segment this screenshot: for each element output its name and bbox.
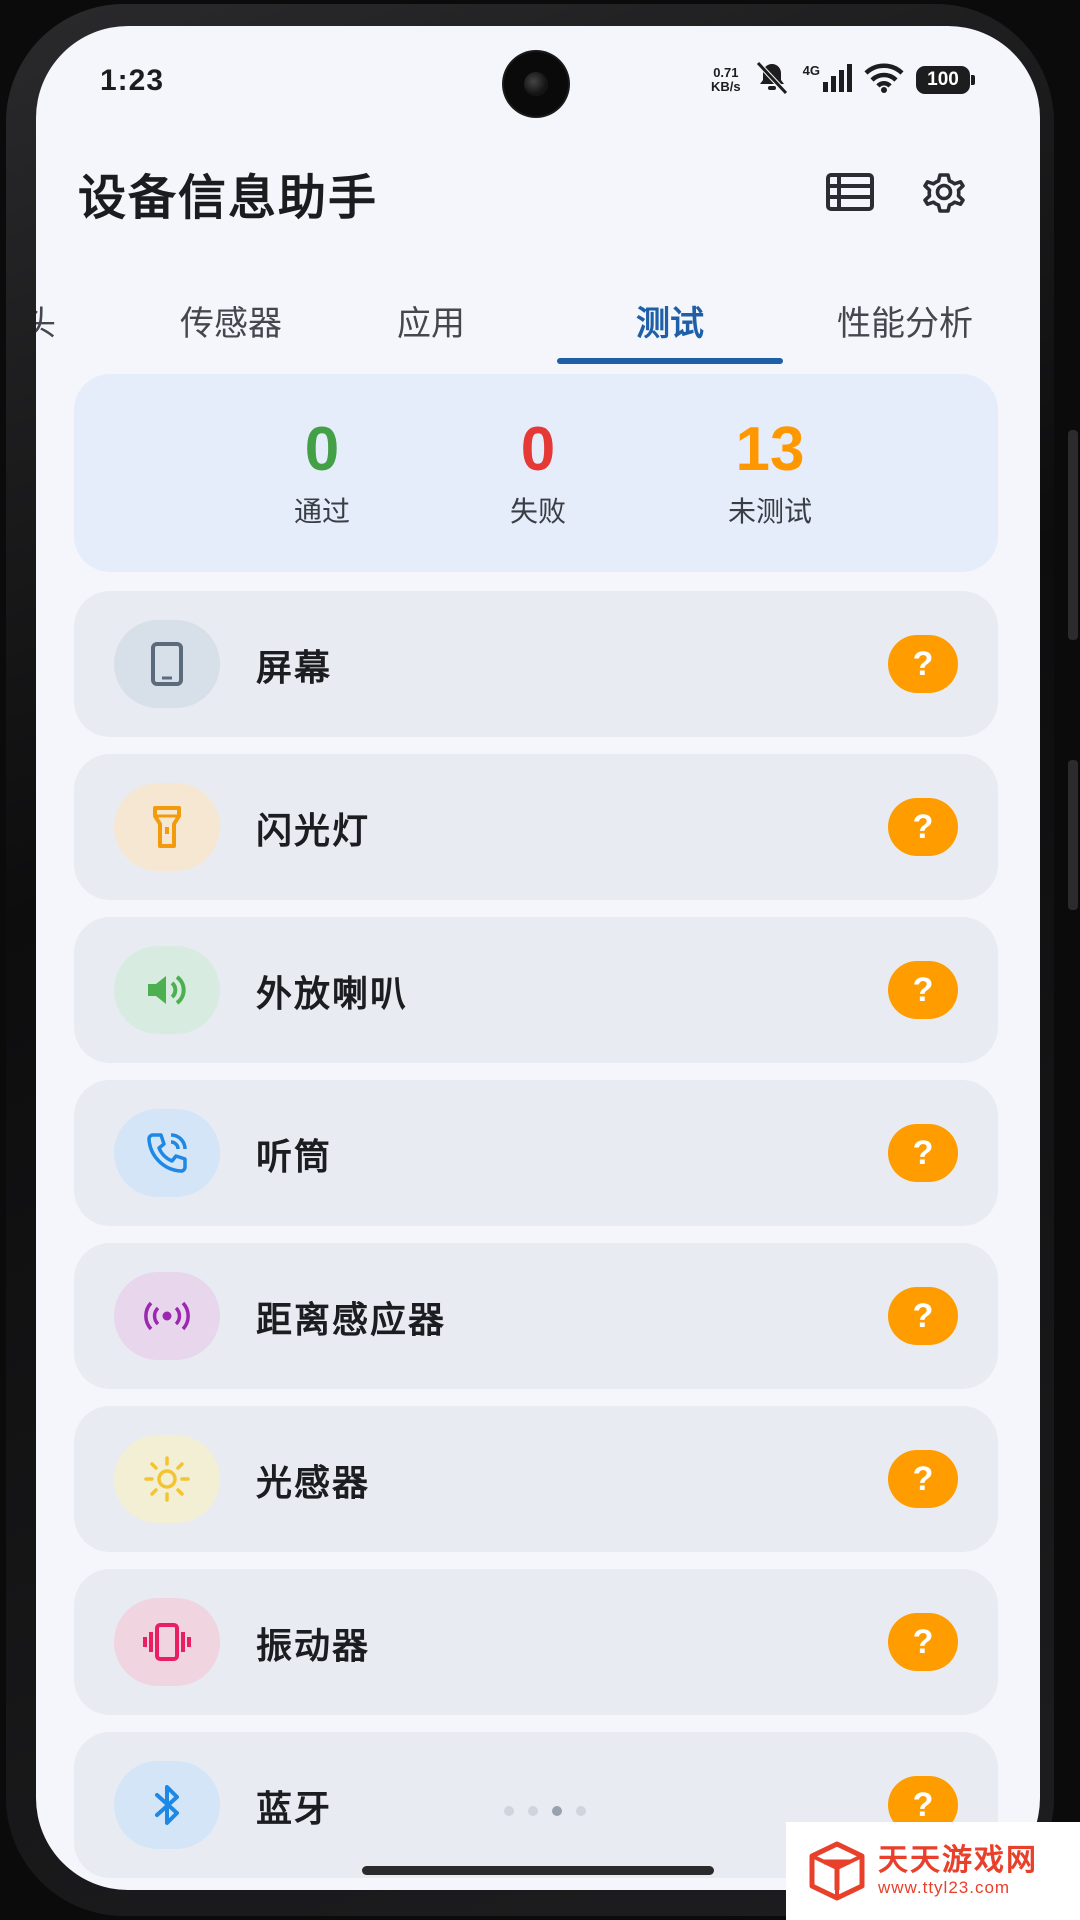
test-item-label: 听筒 <box>256 1137 333 1178</box>
phone-screen-icon <box>114 620 220 708</box>
test-item-label: 屏幕 <box>256 648 333 689</box>
test-summary-card: 0 通过 0 失败 13 未测试 <box>74 374 998 572</box>
untested-status-badge: ? <box>888 1613 958 1671</box>
test-item-label: 外放喇叭 <box>256 974 409 1015</box>
list-view-icon[interactable] <box>822 164 878 220</box>
untested-label: 未测试 <box>727 495 812 528</box>
tab-label: 传感器 <box>180 304 282 344</box>
untested-count: 13 <box>735 415 805 484</box>
proximity-sensor-icon <box>114 1272 220 1360</box>
home-gesture-bar[interactable] <box>362 1866 714 1875</box>
untested-status-badge: ? <box>888 635 958 693</box>
mute-bell-icon <box>753 60 791 100</box>
tab-label: 性能分析 <box>837 304 973 344</box>
failed-count: 0 <box>520 415 556 484</box>
test-item-proximity[interactable]: 距离感应器 ? <box>74 1243 998 1389</box>
page-dot <box>504 1806 514 1816</box>
stat-failed: 0 失败 <box>448 418 628 530</box>
tab-label: 头 <box>36 304 56 344</box>
tab-tests[interactable]: 测试 <box>557 296 783 366</box>
tab-camera[interactable]: 头 <box>36 296 62 366</box>
wifi-icon <box>864 63 904 97</box>
network-speed: 0.71 KB/s <box>711 66 741 94</box>
battery-icon: 100 <box>916 66 975 94</box>
stat-passed: 0 通过 <box>232 418 412 530</box>
tab-label: 应用 <box>397 304 465 344</box>
untested-status-badge: ? <box>888 1450 958 1508</box>
volume-button <box>1068 430 1078 640</box>
flashlight-icon <box>114 783 220 871</box>
test-item-vibrator[interactable]: 振动器 ? <box>74 1569 998 1715</box>
power-button <box>1068 760 1078 910</box>
untested-status-badge: ? <box>888 1124 958 1182</box>
status-icons: 0.71 KB/s 4G 100 <box>711 60 975 100</box>
watermark-logo-icon <box>809 1841 865 1901</box>
test-item-label: 距离感应器 <box>256 1300 447 1341</box>
passed-label: 通过 <box>293 495 350 528</box>
phone-call-icon <box>114 1109 220 1197</box>
app-screen: 1:23 0.71 KB/s 4G 100 设备信息助手 头 传感器 应用 测试… <box>36 26 1040 1890</box>
vibrate-icon <box>114 1598 220 1686</box>
phone-frame: 1:23 0.71 KB/s 4G 100 设备信息助手 头 传感器 应用 测试… <box>0 0 1080 1920</box>
watermark-url: www.ttyl23.com <box>878 1878 1011 1897</box>
untested-status-badge: ? <box>888 798 958 856</box>
settings-gear-icon[interactable] <box>916 164 972 220</box>
passed-count: 0 <box>304 415 340 484</box>
sun-icon <box>114 1435 220 1523</box>
test-item-screen[interactable]: 屏幕 ? <box>74 591 998 737</box>
tab-performance[interactable]: 性能分析 <box>798 296 1012 366</box>
network-speed-unit: KB/s <box>711 79 741 94</box>
test-item-label: 闪光灯 <box>256 811 371 852</box>
test-item-flashlight[interactable]: 闪光灯 ? <box>74 754 998 900</box>
untested-status-badge: ? <box>888 961 958 1019</box>
network-speed-value: 0.71 <box>713 65 739 80</box>
app-title: 设备信息助手 <box>78 170 379 226</box>
speaker-icon <box>114 946 220 1034</box>
page-dot <box>576 1806 586 1816</box>
test-item-label: 蓝牙 <box>256 1789 333 1830</box>
site-watermark: 天天游戏网 www.ttyl23.com <box>786 1822 1080 1920</box>
active-tab-indicator <box>557 358 783 364</box>
tab-label: 测试 <box>636 304 704 344</box>
tab-bar: 头 传感器 应用 测试 性能分析 <box>36 296 1040 366</box>
test-item-speaker[interactable]: 外放喇叭 ? <box>74 917 998 1063</box>
page-indicator <box>504 1806 586 1816</box>
front-camera <box>504 52 568 116</box>
page-dot <box>528 1806 538 1816</box>
tab-sensors[interactable]: 传感器 <box>136 296 326 366</box>
watermark-title: 天天游戏网 <box>878 1843 1038 1878</box>
tab-apps[interactable]: 应用 <box>346 296 516 366</box>
test-item-label: 振动器 <box>256 1626 371 1667</box>
network-type: 4G <box>802 62 820 78</box>
test-item-earpiece[interactable]: 听筒 ? <box>74 1080 998 1226</box>
failed-label: 失败 <box>509 495 566 528</box>
stat-untested: 13 未测试 <box>680 418 860 530</box>
status-time: 1:23 <box>100 64 165 97</box>
test-item-light-sensor[interactable]: 光感器 ? <box>74 1406 998 1552</box>
test-item-label: 光感器 <box>256 1463 371 1504</box>
signal-icon <box>822 64 852 96</box>
untested-status-badge: ? <box>888 1287 958 1345</box>
page-dot-active <box>552 1806 562 1816</box>
bluetooth-icon <box>114 1761 220 1849</box>
